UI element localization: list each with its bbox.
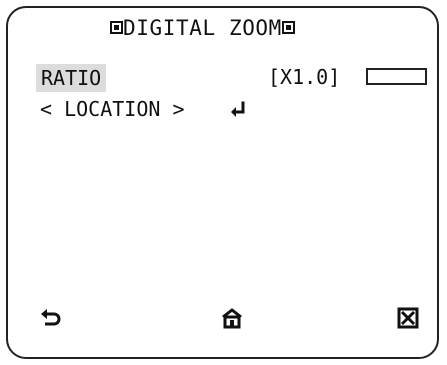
square-bullet-icon bbox=[281, 21, 295, 34]
ratio-bar bbox=[366, 68, 427, 85]
home-icon[interactable] bbox=[221, 307, 243, 329]
square-bullet-icon bbox=[110, 21, 123, 34]
location-menu-item[interactable]: < LOCATION > bbox=[40, 96, 185, 122]
menu-title: DIGITAL ZOOM bbox=[110, 16, 295, 40]
close-icon[interactable] bbox=[397, 307, 419, 329]
ratio-value: [X1.0] bbox=[268, 65, 341, 89]
ratio-menu-item[interactable]: RATIO bbox=[36, 64, 107, 92]
menu-title-text: DIGITAL ZOOM bbox=[123, 16, 282, 40]
enter-icon[interactable] bbox=[228, 100, 248, 120]
back-icon[interactable] bbox=[40, 307, 62, 329]
